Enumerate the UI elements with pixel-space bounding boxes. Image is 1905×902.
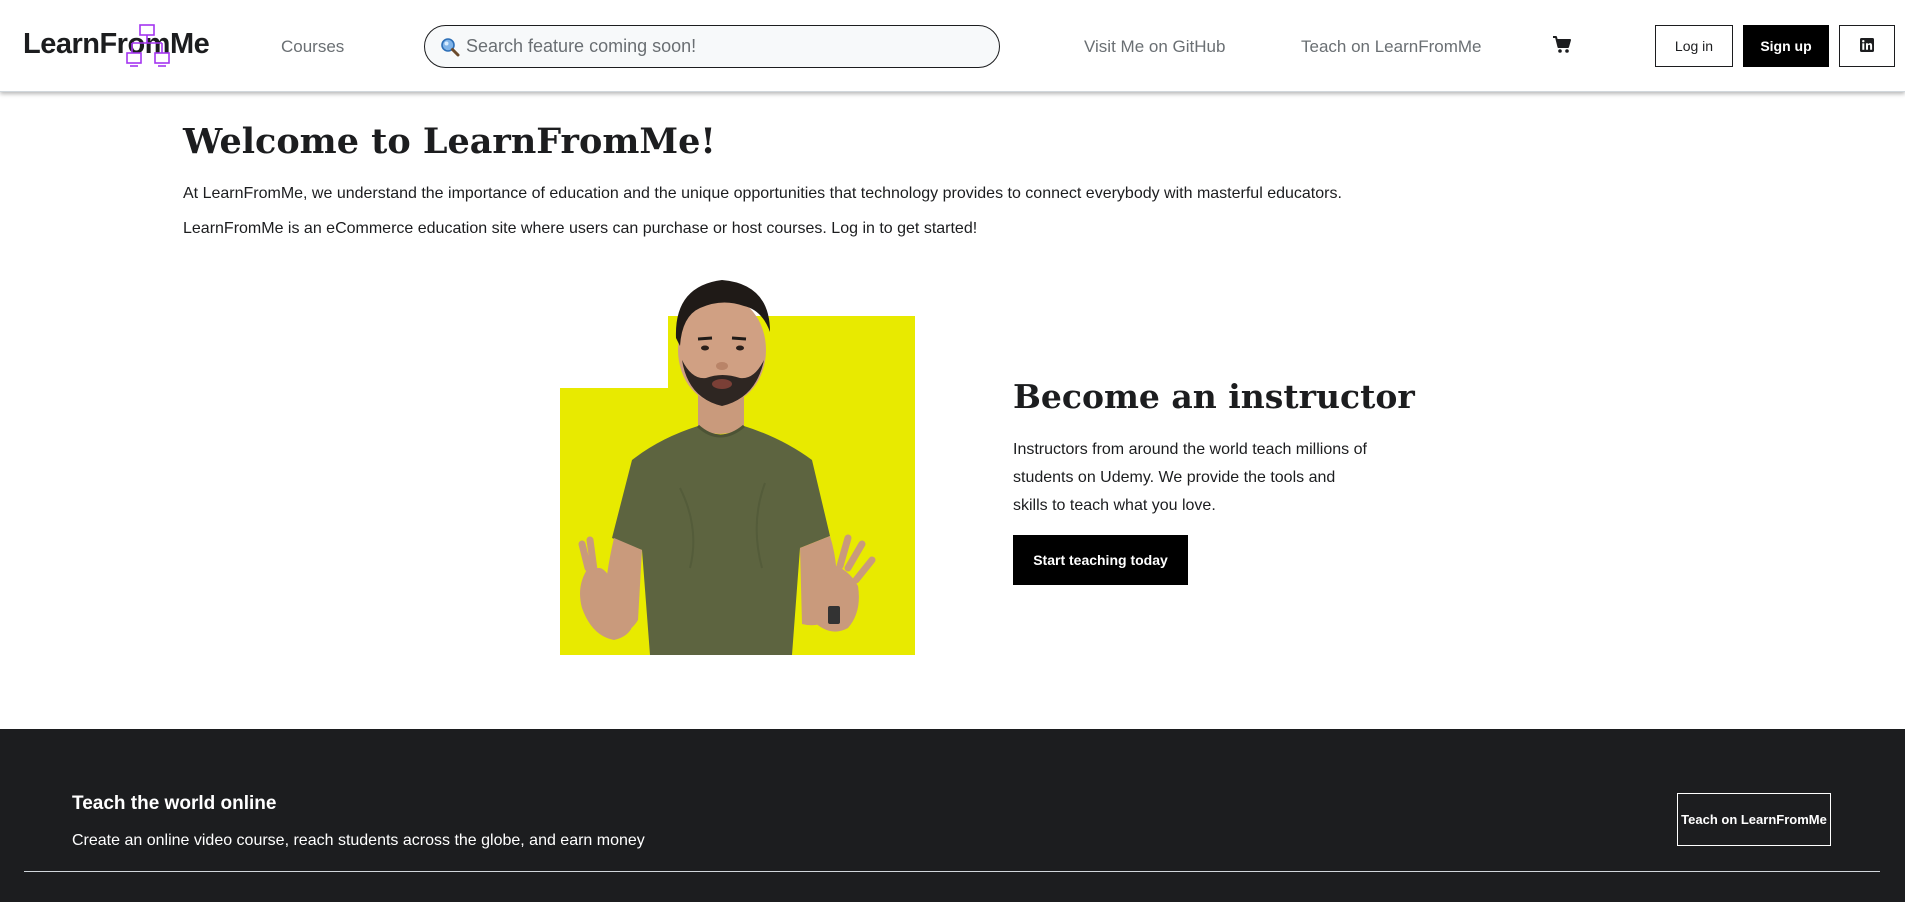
cart-icon[interactable] <box>1552 36 1574 56</box>
linkedin-button[interactable] <box>1839 25 1895 67</box>
nav-github-link[interactable]: Visit Me on GitHub <box>1084 37 1225 57</box>
page-title: Welcome to LearnFromMe! <box>183 121 716 162</box>
search-icon <box>440 37 460 57</box>
top-navbar: LearnFromMe Courses Visit Me on GitHub T… <box>0 0 1905 92</box>
login-button[interactable]: Log in <box>1655 25 1733 67</box>
nav-teach-link[interactable]: Teach on LearnFromMe <box>1301 37 1481 57</box>
instructor-section-title: Become an instructor <box>1013 377 1415 416</box>
intro-paragraph-2: LearnFromMe is an eCommerce education si… <box>183 220 978 237</box>
search-input[interactable] <box>466 36 986 57</box>
footer-teach-button[interactable]: Teach on LearnFromMe <box>1677 793 1831 846</box>
signup-button[interactable]: Sign up <box>1743 25 1829 67</box>
footer-divider <box>24 871 1880 872</box>
footer-title: Teach the world online <box>72 793 277 814</box>
nav-courses-link[interactable]: Courses <box>281 37 344 57</box>
logo-network-icon <box>126 24 170 67</box>
footer: Teach the world online Create an online … <box>0 729 1905 902</box>
start-teaching-button[interactable]: Start teaching today <box>1013 535 1188 585</box>
instructor-description: Instructors from around the world teach … <box>1013 441 1367 514</box>
instructor-hero-image <box>530 268 915 655</box>
intro-paragraph: At LearnFromMe, we understand the import… <box>183 185 1342 202</box>
search-bar[interactable] <box>424 25 1000 68</box>
footer-subtitle: Create an online video course, reach stu… <box>72 832 645 849</box>
logo[interactable]: LearnFromMe <box>23 22 210 70</box>
linkedin-icon <box>1860 37 1874 55</box>
